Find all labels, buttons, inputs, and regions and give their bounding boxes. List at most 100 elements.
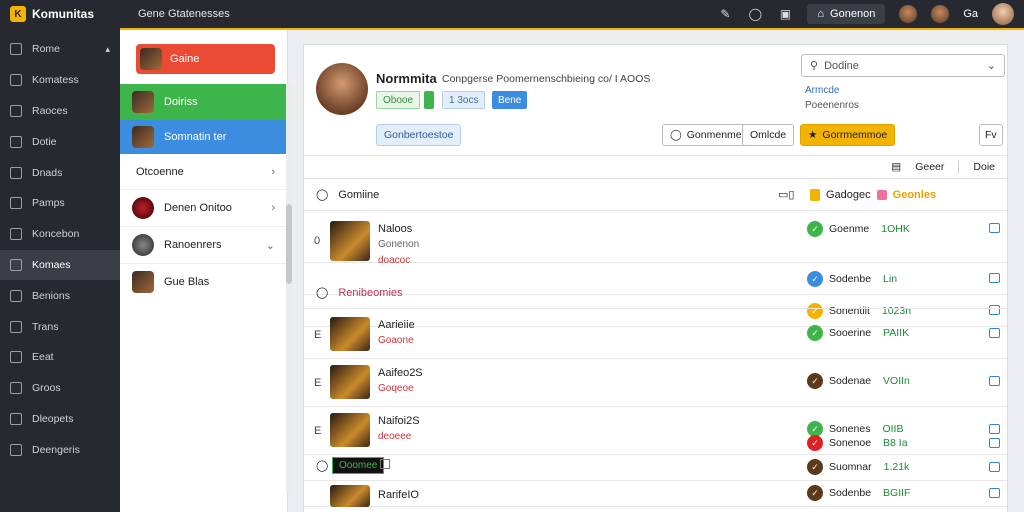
table-row[interactable]: ✓ Sonenoe B8 Ia bbox=[304, 431, 1007, 455]
avatar-2[interactable] bbox=[931, 5, 950, 23]
panel-item-1[interactable]: Otcoenne › bbox=[120, 154, 287, 190]
table-row[interactable]: E Aaifeo2S Goqeoe ✓ Sodenae VOIIn bbox=[304, 359, 1007, 407]
select-placeholder: Dodine bbox=[824, 59, 859, 72]
meta-link[interactable]: Armcde bbox=[805, 85, 839, 96]
panel-item-3[interactable]: Ranoenrers ⌄ bbox=[120, 227, 287, 264]
panel-scrollbar[interactable] bbox=[286, 84, 292, 494]
divider bbox=[958, 160, 960, 174]
panel-item-label: Otcoenne bbox=[136, 165, 184, 178]
open-icon[interactable] bbox=[989, 328, 1000, 338]
nav-icon bbox=[10, 197, 22, 210]
sidebar-item-9[interactable]: Trans bbox=[0, 311, 120, 342]
sidebar-item-11[interactable]: Groos bbox=[0, 373, 120, 404]
tag-green-marker bbox=[424, 91, 434, 109]
row-value: 1OHK bbox=[881, 223, 910, 235]
status-icon: ✓ bbox=[807, 485, 823, 501]
logo-icon: K bbox=[10, 6, 26, 22]
primary-red-button[interactable]: Gaine bbox=[136, 44, 275, 74]
grid-icon[interactable]: ▭▯ bbox=[778, 188, 794, 201]
row-stat: Sonenoe bbox=[829, 437, 872, 449]
flag-icon bbox=[810, 188, 820, 201]
section-right-label: Gadogec bbox=[826, 188, 871, 201]
primary-action-button[interactable]: ★ Gorrmemmoe bbox=[800, 124, 896, 146]
primary-action-label: Gorrmemmoe bbox=[822, 129, 888, 141]
sidebar-item-6[interactable]: Koncebon bbox=[0, 219, 120, 250]
panel-item-label: Denen Onitoo bbox=[164, 202, 232, 214]
status-icon: ✓ bbox=[807, 373, 823, 389]
settings-icon[interactable]: ▤ bbox=[891, 161, 901, 173]
table-row[interactable]: ◯ Ooomee ✓ Suomnar 1.21k bbox=[304, 455, 1007, 481]
toolbar-item-1[interactable]: Geeer bbox=[915, 161, 944, 173]
edit-icon[interactable]: ✎ bbox=[717, 6, 733, 22]
comments-button[interactable]: ◯ Gonmenme bbox=[662, 124, 750, 146]
chat-icon: ◯ bbox=[316, 189, 329, 201]
status-icon: ✓ bbox=[807, 325, 823, 341]
tag-blue[interactable]: Bene bbox=[492, 91, 528, 109]
sidebar-item-13[interactable]: Deengeris bbox=[0, 434, 120, 465]
nav-icon bbox=[10, 43, 22, 56]
panel-item-green[interactable]: Doiriss bbox=[120, 84, 287, 120]
sidebar-item-1[interactable]: Komatess bbox=[0, 65, 120, 96]
toolbar-item-2[interactable]: Doie bbox=[973, 161, 995, 173]
row-stat: Sodenbe bbox=[829, 487, 872, 499]
sidebar-item-3[interactable]: Dotie bbox=[0, 126, 120, 157]
option-button[interactable]: Omlcde bbox=[742, 124, 795, 146]
nav-icon bbox=[10, 74, 22, 87]
main-content: Normmita Conpgerse Poomernenschbieing co… bbox=[303, 44, 1008, 512]
search-select[interactable]: ⚲ Dodine ⌄ bbox=[801, 54, 1005, 77]
panel-item-2[interactable]: Denen Onitoo › bbox=[120, 190, 287, 227]
row-value: BGIIF bbox=[883, 487, 911, 499]
sidebar-item-4[interactable]: Dnads bbox=[0, 157, 120, 188]
table-row[interactable]: RarifeIO ✓ Sodenbe BGIIF bbox=[304, 481, 1007, 507]
window-icon[interactable]: ▣ bbox=[777, 6, 793, 22]
open-icon[interactable] bbox=[989, 376, 1000, 386]
row-stat: Suomnar bbox=[829, 461, 872, 473]
app-logo[interactable]: K Komunitas bbox=[0, 6, 120, 22]
chat-icon[interactable]: ◯ bbox=[747, 6, 763, 22]
more-button[interactable]: Fv bbox=[979, 124, 1003, 146]
sidebar-item-12[interactable]: Dleopets bbox=[0, 404, 120, 435]
open-icon[interactable] bbox=[989, 462, 1000, 472]
sidebar-item-label: Rome bbox=[32, 43, 61, 56]
top-title: Gene Gtatenesses bbox=[138, 8, 230, 20]
sidebar-item-10[interactable]: Eeat bbox=[0, 342, 120, 373]
table-row[interactable]: 0 Naloos Gonenon doacoc ✓ Goenme 1OHK bbox=[304, 211, 1007, 266]
avatar[interactable] bbox=[899, 5, 918, 23]
tag-green[interactable]: Obooe bbox=[376, 91, 421, 109]
panel-item-4[interactable]: Gue Blas bbox=[120, 264, 287, 300]
status-icon: ✓ bbox=[807, 435, 823, 451]
nav-icon bbox=[10, 135, 22, 148]
scrollbar-thumb[interactable] bbox=[286, 204, 292, 284]
panel-item-blue[interactable]: Somnatin ter bbox=[120, 120, 287, 154]
nav-icon bbox=[10, 104, 22, 117]
toolbar: ▤ Geeer Doie bbox=[304, 155, 1007, 179]
game-thumbnail bbox=[132, 126, 154, 148]
row-value: 1.21k bbox=[883, 461, 910, 473]
table-row[interactable]: E Aarieiie Goaone ✓ Sooerine PAIIK bbox=[304, 311, 1007, 359]
checkbox[interactable] bbox=[380, 459, 390, 469]
sidebar-item-label: Dotie bbox=[32, 135, 57, 148]
profile-description: Conpgerse Poomernenschbieing co/ I AOOS bbox=[442, 73, 651, 85]
section-header-2: ◯ Renibeomies bbox=[304, 277, 1007, 309]
profile-avatar[interactable] bbox=[992, 3, 1014, 25]
sidebar-item-label: Dleopets bbox=[32, 412, 74, 425]
open-icon[interactable] bbox=[989, 438, 1000, 448]
game-thumbnail bbox=[140, 48, 162, 70]
sidebar-item-2[interactable]: Raoces bbox=[0, 96, 120, 127]
chevron-right-icon: › bbox=[271, 165, 275, 178]
tag-blue-light[interactable]: 1 3ocs bbox=[442, 91, 486, 109]
sidebar-item-0[interactable]: Rome ▴ bbox=[0, 34, 120, 65]
sidebar-item-7[interactable]: Komaes bbox=[0, 249, 120, 281]
sidebar-item-5[interactable]: Pamps bbox=[0, 188, 120, 219]
row-subtitle: Gonenon bbox=[378, 239, 420, 250]
filter-button[interactable]: Gonbertoestoe bbox=[376, 124, 462, 146]
user-menu-button[interactable]: ⌂ Gonenon bbox=[807, 4, 886, 24]
chevron-right-icon: › bbox=[271, 202, 275, 214]
sidebar-item-label: Pamps bbox=[32, 197, 65, 210]
sidebar-item-label: Dnads bbox=[32, 166, 63, 179]
open-icon[interactable] bbox=[989, 223, 1000, 233]
chevron-up-icon: ▴ bbox=[105, 43, 110, 54]
sidebar-item-8[interactable]: Benions bbox=[0, 280, 120, 311]
logo-text: Komunitas bbox=[32, 7, 95, 21]
open-icon[interactable] bbox=[989, 488, 1000, 498]
